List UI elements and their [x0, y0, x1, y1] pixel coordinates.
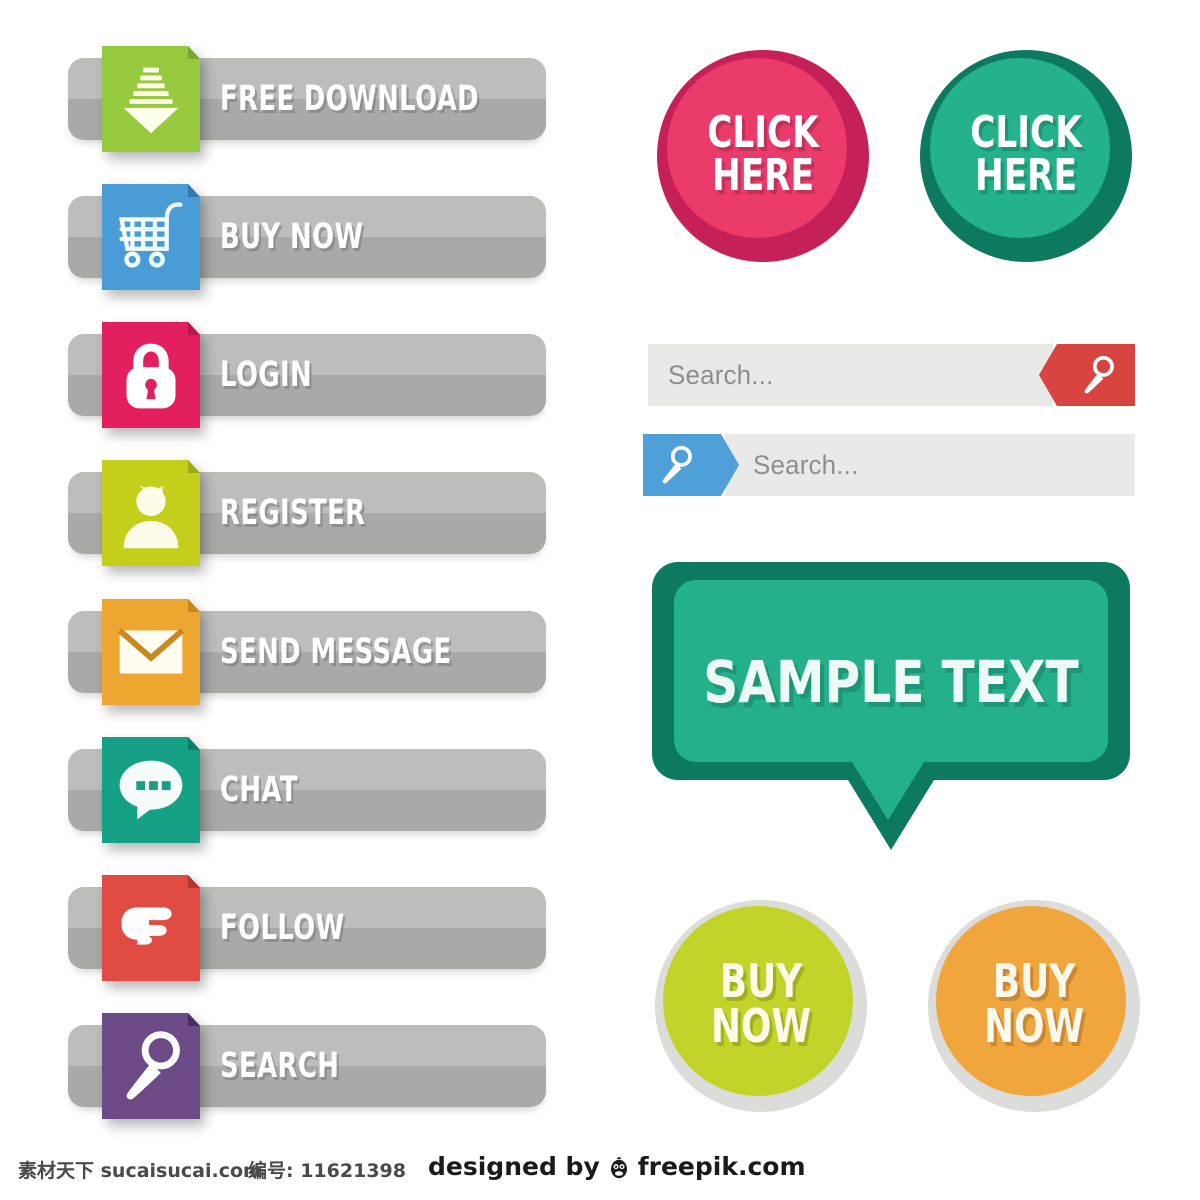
shopping-cart-icon-tile	[102, 184, 200, 290]
magnifier-icon	[649, 438, 703, 492]
bar-button-register[interactable]: REGISTER	[68, 460, 546, 566]
click-here-inner-circle	[930, 58, 1110, 238]
buy-now-button[interactable]: BUY NOW	[928, 900, 1140, 1112]
buy-now-button[interactable]: BUY NOW	[655, 900, 867, 1112]
freepik-penguin-icon	[606, 1154, 632, 1180]
bar-button-login[interactable]: LOGIN	[68, 322, 546, 428]
search-submit-button[interactable]	[643, 434, 739, 496]
magnifier-icon	[1071, 348, 1125, 402]
envelope-icon-tile	[102, 599, 200, 705]
tile-face	[102, 1013, 200, 1119]
tile-face	[102, 184, 200, 290]
sample-text-speech-bubble: SAMPLE TEXT	[652, 562, 1130, 850]
click-here-button[interactable]: CLICK HERE	[657, 50, 869, 262]
user-icon-tile	[102, 460, 200, 566]
search-bar-1[interactable]: Search...	[648, 344, 1135, 406]
footer-credit-prefix: designed by	[428, 1152, 600, 1181]
buy-now-inner-circle	[663, 906, 853, 1096]
click-here-inner-circle	[667, 58, 847, 238]
search-input[interactable]: Search...	[725, 434, 1135, 496]
click-here-button[interactable]: CLICK HERE	[920, 50, 1132, 262]
magnifier-icon-tile	[102, 1013, 200, 1119]
footer: 素材天下 sucaisucai.com 编号: 11621398 designe…	[0, 1142, 1200, 1200]
tile-face	[102, 322, 200, 428]
footer-credit: designed by freepik.com	[428, 1152, 806, 1181]
footer-id-label: 编号: 11621398	[248, 1160, 406, 1182]
footer-credit-brand: freepik.com	[637, 1152, 806, 1181]
bar-button-buy-now[interactable]: BUY NOW	[68, 184, 546, 290]
search-placeholder: Search...	[753, 449, 859, 480]
tile-face	[102, 460, 200, 566]
chat-bubble-icon-tile	[102, 737, 200, 843]
bar-button-chat[interactable]: CHAT	[68, 737, 546, 843]
pointing-hand-icon-tile	[102, 875, 200, 981]
lock-icon-tile	[102, 322, 200, 428]
search-placeholder: Search...	[668, 359, 774, 390]
speech-bubble-shape	[652, 562, 1130, 850]
bar-button-search[interactable]: SEARCH	[68, 1013, 546, 1119]
buy-now-inner-circle	[936, 906, 1126, 1096]
download-icon-tile	[102, 46, 200, 152]
tile-face	[102, 599, 200, 705]
tile-face	[102, 46, 200, 152]
search-input[interactable]: Search...	[648, 344, 1053, 406]
search-submit-button[interactable]	[1039, 344, 1135, 406]
search-bar-2[interactable]: Search...	[643, 434, 1135, 496]
artboard: FREE DOWNLOAD BUY NOW LOGIN REGISTER SEN…	[0, 0, 1200, 1200]
bar-button-send-message[interactable]: SEND MESSAGE	[68, 599, 546, 705]
bar-button-free-download[interactable]: FREE DOWNLOAD	[68, 46, 546, 152]
tile-folded-corner	[188, 1013, 200, 1026]
tile-face	[102, 737, 200, 843]
bar-button-follow[interactable]: FOLLOW	[68, 875, 546, 981]
footer-site-label: 素材天下 sucaisucai.com	[18, 1160, 263, 1182]
tile-face	[102, 875, 200, 981]
